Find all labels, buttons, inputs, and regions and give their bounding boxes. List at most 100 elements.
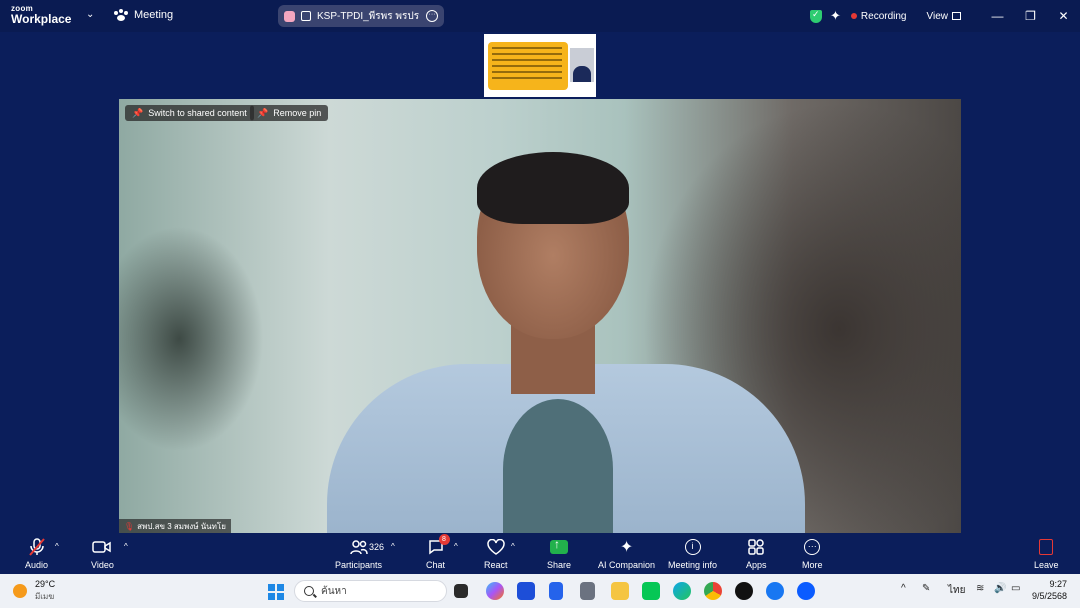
slide-speaker-photo xyxy=(570,48,594,82)
share-screen-arrow-icon xyxy=(550,537,569,556)
copilot-icon[interactable] xyxy=(486,582,504,600)
wifi-icon[interactable]: ≋ xyxy=(976,583,984,594)
ai-companion-sparkle-icon: ✦ xyxy=(619,539,634,556)
edge-browser-icon[interactable] xyxy=(673,582,691,600)
paw-icon xyxy=(114,9,128,21)
view-button[interactable]: View xyxy=(926,10,961,22)
volume-icon[interactable]: 🔊 xyxy=(994,583,1006,594)
weather-widget[interactable]: 29°C มีเมฆ xyxy=(13,579,56,603)
zoom-taskbar-icon[interactable] xyxy=(797,582,815,600)
chevron-down-icon[interactable]: ⌄ xyxy=(86,9,94,20)
zoom-workplace-logo[interactable]: zoom Workplace xyxy=(11,5,72,26)
meeting-info-button[interactable]: i Meeting info xyxy=(668,538,717,570)
meeting-menu[interactable]: Meeting xyxy=(114,9,173,21)
leave-button[interactable]: Leave xyxy=(1034,538,1059,570)
share-button[interactable]: Share xyxy=(547,537,572,570)
tiktok-icon[interactable] xyxy=(735,582,753,600)
chat-icon: 8 xyxy=(428,534,450,556)
participants-label: Participants xyxy=(335,560,383,570)
search-icon xyxy=(304,586,314,596)
participants-count: 326 xyxy=(369,542,385,552)
ai-companion-button[interactable]: ✦ AI Companion xyxy=(598,538,655,570)
chat-button[interactable]: 8 Chat xyxy=(426,534,450,570)
security-shield-icon[interactable] xyxy=(810,9,822,23)
pin-icon: 📌 xyxy=(257,107,269,118)
participants-icon xyxy=(349,538,368,556)
pen-tray-icon[interactable]: ✎ xyxy=(922,583,930,594)
chrome-browser-icon[interactable] xyxy=(704,582,722,600)
switch-to-shared-content-button[interactable]: 📌 Switch to shared content xyxy=(125,105,254,121)
more-button[interactable]: ··· More xyxy=(802,538,823,570)
slide-text-lines xyxy=(492,47,562,83)
microsoft-store-icon[interactable] xyxy=(517,582,535,600)
react-label: React xyxy=(484,560,508,570)
close-icon[interactable]: ✕ xyxy=(1047,0,1080,32)
minimize-icon[interactable]: — xyxy=(981,0,1014,32)
remove-pin-button[interactable]: 📌 Remove pin xyxy=(250,105,329,121)
video-options-caret-icon[interactable]: ^ xyxy=(124,542,128,551)
remove-pin-label: Remove pin xyxy=(273,108,322,118)
participants-options-caret-icon[interactable]: ^ xyxy=(391,542,395,551)
ai-sparkle-icon[interactable]: ✦ xyxy=(830,8,841,24)
meeting-info-label: Meeting info xyxy=(668,560,718,570)
clock-time: 9:27 xyxy=(1049,579,1067,589)
line-app-icon[interactable] xyxy=(642,582,660,600)
logo-workplace-text: Workplace xyxy=(11,12,72,26)
temperature: 29°C xyxy=(35,579,56,589)
chat-unread-badge: 8 xyxy=(438,534,450,545)
chat-label: Chat xyxy=(426,560,446,570)
apps-button[interactable]: Apps xyxy=(746,538,767,570)
apps-grid-icon xyxy=(748,538,764,556)
battery-icon[interactable]: ▭ xyxy=(1011,583,1020,594)
view-label: View xyxy=(926,10,949,22)
input-language[interactable]: ไทย xyxy=(948,583,965,598)
shared-content-title: KSP-TPDI_พีรพร พรประสิทธิ์'s xyxy=(317,10,420,22)
restore-icon[interactable]: ❐ xyxy=(1014,0,1047,32)
pinned-video-feed[interactable]: 📌 Switch to shared content 📌 Remove pin … xyxy=(119,99,961,533)
audio-button[interactable]: Audio xyxy=(25,538,48,570)
video-button[interactable]: Video xyxy=(91,538,114,570)
camera-icon xyxy=(92,538,112,556)
react-button[interactable]: React xyxy=(484,538,508,570)
facebook-icon[interactable] xyxy=(766,582,784,600)
calculator-icon[interactable] xyxy=(580,582,595,600)
gallery-grid-icon xyxy=(952,12,961,20)
file-explorer-icon[interactable] xyxy=(611,582,629,600)
taskbar-search-box[interactable]: ค้นหา xyxy=(294,580,447,602)
audio-options-caret-icon[interactable]: ^ xyxy=(55,542,59,551)
weather-condition: มีเมฆ xyxy=(35,591,55,601)
mic-muted-icon: 🎙 xyxy=(124,521,135,531)
meeting-toolbar: Audio ^ Video ^ Participants 326 ^ 8 Cha… xyxy=(0,533,1080,574)
share-label: Share xyxy=(547,560,572,570)
recording-label: Recording xyxy=(860,10,907,22)
system-clock[interactable]: 9:27 9/5/2568 xyxy=(1032,578,1067,602)
switch-label: Switch to shared content xyxy=(148,108,247,118)
windows-taskbar: 29°C มีเมฆ ค้นหา ^ ✎ ไทย ≋ 🔊 ▭ 9:27 9/5/… xyxy=(0,574,1080,608)
apps-label: Apps xyxy=(746,560,767,570)
meeting-label: Meeting xyxy=(134,9,174,21)
more-label: More xyxy=(802,560,823,570)
chat-options-caret-icon[interactable]: ^ xyxy=(454,542,458,551)
recording-dot-icon xyxy=(850,13,857,19)
video-label: Video xyxy=(91,560,114,570)
share-screen-icon xyxy=(284,10,295,22)
show-hidden-icons-icon[interactable]: ^ xyxy=(901,583,906,594)
shared-content-thumbnail[interactable] xyxy=(484,34,596,97)
info-icon: i xyxy=(684,538,701,556)
microphone-muted-icon xyxy=(28,538,45,556)
audio-label: Audio xyxy=(25,560,49,570)
leave-label: Leave xyxy=(1034,560,1059,570)
windows-start-icon[interactable] xyxy=(268,584,284,600)
heart-icon xyxy=(487,538,505,556)
shared-content-pill[interactable]: KSP-TPDI_พีรพร พรประสิทธิ์'s ··· xyxy=(278,5,444,27)
recording-indicator[interactable]: Recording xyxy=(850,10,907,22)
clock-date: 9/5/2568 xyxy=(1031,591,1067,602)
more-options-icon[interactable]: ··· xyxy=(426,10,438,22)
react-options-caret-icon[interactable]: ^ xyxy=(511,542,515,551)
participant-name: สพป.สข 3 สมพงษ์ นันทโย xyxy=(137,521,226,531)
leave-door-icon xyxy=(1039,538,1054,556)
task-view-icon[interactable] xyxy=(454,584,468,598)
ai-companion-label: AI Companion xyxy=(598,560,656,570)
search-placeholder: ค้นหา xyxy=(321,585,347,597)
notepad-icon[interactable] xyxy=(549,582,563,600)
